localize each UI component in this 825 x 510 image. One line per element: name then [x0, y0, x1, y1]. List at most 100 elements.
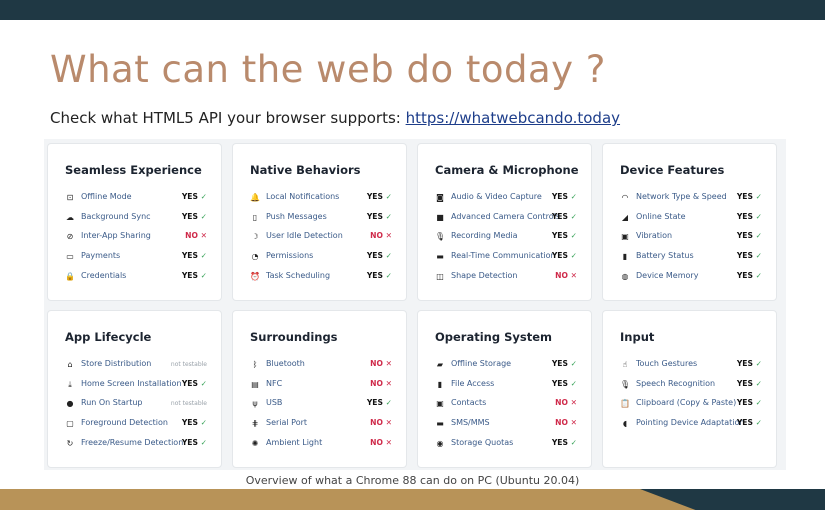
feature-link[interactable]: Background Sync — [81, 212, 151, 221]
feature-link[interactable]: Bluetooth — [266, 359, 305, 368]
status-text: NO — [370, 418, 386, 428]
card-title: Input — [620, 330, 655, 344]
camera-icon: ◙ — [436, 193, 444, 202]
feature-row: ⤓ Home Screen Installation YES ✓ — [65, 377, 207, 397]
support-status: YES ✓ — [182, 251, 207, 260]
support-status: NO ✕ — [185, 231, 207, 240]
feature-link[interactable]: SMS/MMS — [451, 418, 490, 427]
status-text: YES — [551, 251, 571, 261]
subtitle-text: Check what HTML5 API your browser suppor… — [50, 109, 406, 127]
feature-link[interactable]: Speech Recognition — [636, 379, 715, 388]
feature-link[interactable]: Advanced Camera Controls — [451, 212, 560, 221]
feature-link[interactable]: Local Notifications — [266, 192, 339, 201]
feature-link[interactable]: Home Screen Installation — [81, 379, 182, 388]
status-text: NO — [185, 231, 201, 241]
alarm-clock-icon: ⏰ — [250, 271, 260, 281]
check-icon: ✓ — [570, 192, 577, 201]
feature-link[interactable]: Clipboard (Copy & Paste) — [636, 398, 736, 407]
check-icon: ✓ — [200, 211, 207, 221]
feature-link[interactable]: Ambient Light — [266, 438, 322, 447]
feature-link[interactable]: Storage Quotas — [451, 438, 513, 447]
feature-card-native-behaviors: Native Behaviors 🔔 Local Notifications YES … — [232, 143, 407, 301]
feature-link[interactable]: File Access — [451, 379, 494, 388]
feature-list: ▰ Offline Storage YES ✓ ▮ File Access YES ✓ ▣ C… — [435, 357, 577, 455]
status-text: YES — [736, 211, 756, 221]
feature-link[interactable]: Touch Gestures — [636, 359, 697, 368]
feature-link[interactable]: Store Distribution — [81, 359, 151, 368]
status-text: YES — [366, 398, 386, 408]
check-icon: ✓ — [755, 231, 762, 241]
feature-row: 🎙 Recording Media YES ✓ — [435, 229, 577, 249]
support-status: NO ✕ — [555, 418, 577, 427]
feature-link[interactable]: Foreground Detection — [81, 418, 168, 427]
feature-link[interactable]: Device Memory — [636, 271, 698, 280]
status-text: YES — [551, 437, 571, 447]
support-status: YES ✓ — [737, 231, 762, 240]
feature-link[interactable]: Contacts — [451, 398, 486, 407]
feature-link[interactable]: Serial Port — [266, 418, 307, 427]
moon-icon: ☽ — [251, 232, 259, 242]
feature-link[interactable]: Permissions — [266, 251, 313, 260]
status-text: NO — [370, 359, 386, 368]
feature-link[interactable]: Real-Time Communication — [451, 251, 556, 260]
feature-link[interactable]: Inter-App Sharing — [81, 231, 151, 240]
feature-card-device-features: Device Features ◠ Network Type & Speed YES … — [602, 143, 777, 301]
feature-link[interactable]: USB — [266, 398, 282, 407]
status-text: YES — [551, 378, 571, 388]
card-title: Operating System — [435, 330, 553, 344]
check-icon: ✓ — [755, 378, 762, 388]
feature-link[interactable]: Vibration — [636, 231, 672, 240]
cross-icon: ✕ — [385, 231, 392, 241]
support-status: YES ✓ — [552, 359, 577, 368]
sun-icon: ✺ — [251, 438, 259, 448]
feature-list: ᛒ Bluetooth NO ✕ ▤ NFC NO ✕ ψ USB YES ✓ ⋕ Serial P… — [250, 357, 392, 455]
feature-list: ◙ Audio & Video Capture YES ✓ ■ Advanced Cam… — [435, 190, 577, 288]
status-text: YES — [181, 437, 201, 447]
feature-link[interactable]: Recording Media — [451, 231, 518, 240]
feature-link[interactable]: Network Type & Speed — [636, 192, 727, 201]
feature-link[interactable]: Push Messages — [266, 212, 327, 221]
status-text: YES — [551, 192, 571, 201]
feature-link[interactable]: Offline Storage — [451, 359, 511, 368]
feature-row: ▯ Push Messages YES ✓ — [250, 210, 392, 230]
video-call-icon: ▬ — [436, 252, 444, 262]
caption: Overview of what a Chrome 88 can do on P… — [245, 474, 580, 487]
permission-icon: ◔ — [251, 252, 259, 262]
feature-link[interactable]: Payments — [81, 251, 120, 260]
feature-link[interactable]: Credentials — [81, 271, 126, 280]
whatwebcando-link[interactable]: https://whatwebcando.today — [406, 109, 620, 127]
feature-list: 🔔 Local Notifications YES ✓ ▯ Push Messages Y… — [250, 190, 392, 288]
phone-icon: ▯ — [252, 212, 258, 222]
status-text: YES — [181, 418, 201, 428]
feature-link[interactable]: User Idle Detection — [266, 231, 343, 240]
bell-icon: 🔔 — [250, 193, 260, 202]
feature-row: ◠ Network Type & Speed YES ✓ — [620, 190, 763, 210]
feature-link[interactable]: Audio & Video Capture — [451, 192, 542, 201]
status-text: YES — [366, 251, 386, 261]
feature-row: ■ Advanced Camera Controls YES ✓ — [435, 210, 577, 230]
feature-row: ▢ Foreground Detection YES ✓ — [65, 416, 207, 436]
feature-link[interactable]: Online State — [636, 212, 686, 221]
serial-port-icon: ⋕ — [251, 419, 259, 429]
support-status: YES ✓ — [737, 251, 762, 260]
support-status: YES ✓ — [737, 212, 762, 221]
feature-link[interactable]: Offline Mode — [81, 192, 132, 201]
support-status: YES ✓ — [552, 231, 577, 240]
feature-link[interactable]: Task Scheduling — [266, 271, 330, 280]
feature-link[interactable]: NFC — [266, 379, 282, 388]
support-status: YES ✓ — [182, 271, 207, 280]
feature-link[interactable]: Freeze/Resume Detection — [81, 438, 183, 447]
support-status: YES ✓ — [737, 359, 762, 368]
feature-link[interactable]: Battery Status — [636, 251, 694, 260]
vibration-icon: ▣ — [621, 232, 629, 242]
check-icon: ✓ — [200, 270, 207, 280]
status-text: YES — [366, 211, 386, 221]
feature-link[interactable]: Run On Startup — [81, 398, 142, 407]
check-icon: ✓ — [755, 270, 762, 280]
status-text: NO — [555, 398, 571, 408]
feature-row: 🎙 Speech Recognition YES ✓ — [620, 377, 762, 397]
feature-link[interactable]: Pointing Device Adaptation — [636, 418, 744, 427]
feature-row: ψ USB YES ✓ — [250, 396, 392, 416]
feature-link[interactable]: Shape Detection — [451, 271, 517, 280]
status-text: YES — [551, 231, 571, 241]
